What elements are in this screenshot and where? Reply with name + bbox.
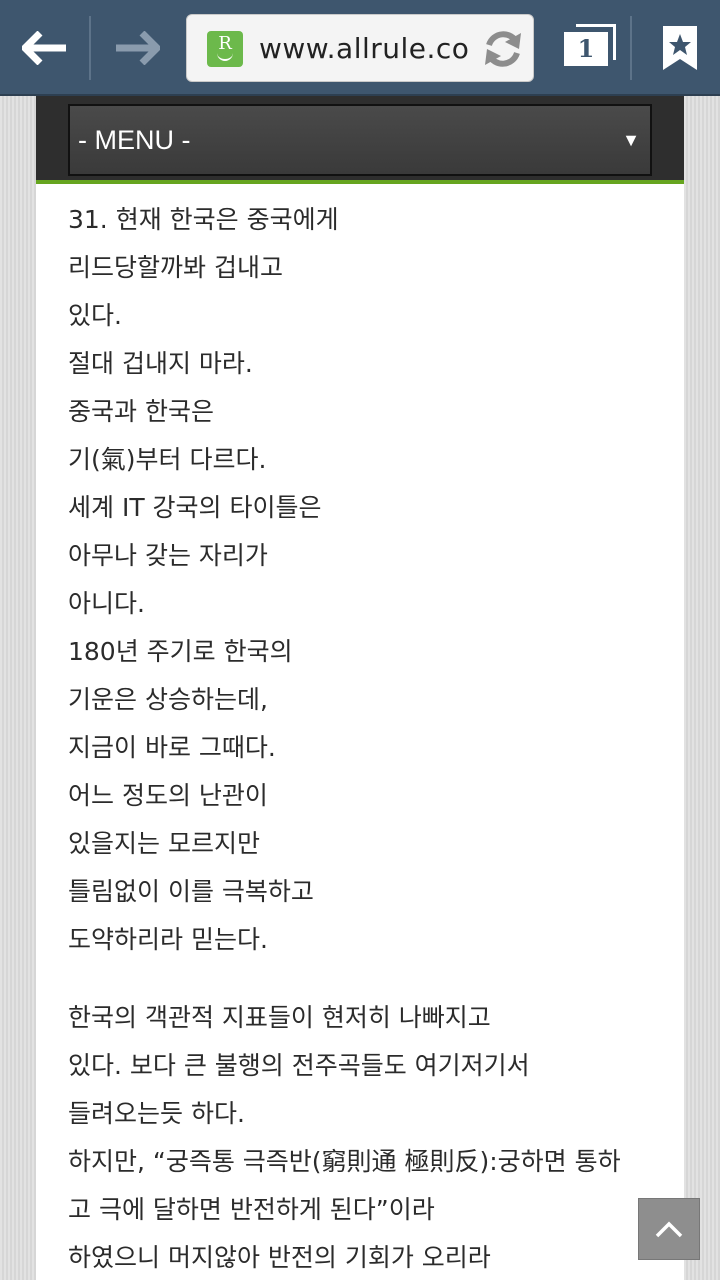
article-line: 하였으니 머지않아 반전의 기회가 오리라: [68, 1243, 491, 1272]
article-line: 중국과 한국은: [68, 397, 214, 426]
refresh-icon[interactable]: [481, 27, 525, 71]
article-line: 한국의 객관적 지표들이 현저히 나빠지고: [68, 1003, 491, 1032]
toolbar-divider: [630, 16, 632, 80]
menu-dropdown[interactable]: - MENU - ▼: [68, 104, 652, 176]
article-line: 지금이 바로 그때다.: [68, 733, 276, 762]
article-line: 도약하리라 믿는다.: [68, 925, 268, 954]
address-bar[interactable]: R www.allrule.co: [186, 14, 534, 82]
bookmark-button[interactable]: [640, 0, 720, 96]
article-line: 고 극에 달하면 반전하게 된다”이라: [68, 1195, 435, 1224]
article-line: 어느 정도의 난관이: [68, 781, 268, 810]
article-line: 세계 IT 강국의 타이틀은: [68, 493, 322, 522]
back-arrow-icon: [22, 31, 66, 65]
article-line: 있다.: [68, 301, 122, 330]
menu-label: - MENU -: [78, 125, 191, 155]
article-line: 리드당할까봐 겁내고: [68, 253, 283, 282]
article-line: 기운은 상승하는데,: [68, 685, 268, 714]
article-line: 절대 겁내지 마라.: [68, 349, 253, 378]
article-line: 아니다.: [68, 589, 145, 618]
article-line: 기(氣)부터 다르다.: [68, 445, 267, 474]
forward-button[interactable]: [92, 0, 182, 96]
article-line: 31. 현재 한국은 중국에게: [68, 205, 339, 234]
site-menu-bar: - MENU - ▼: [36, 96, 684, 184]
article-line: 틀림없이 이를 극복하고: [68, 877, 314, 906]
tabs-button[interactable]: 1: [556, 0, 626, 96]
site-favicon-icon: R: [207, 31, 243, 67]
favicon-letter: R: [218, 33, 232, 54]
article-line: 있을지는 모르지만: [68, 829, 260, 858]
article-line: 하지만, “궁즉통 극즉반(窮則通 極則反):궁하면 통하: [68, 1147, 621, 1176]
back-button[interactable]: [0, 0, 90, 96]
scroll-to-top-button[interactable]: [638, 1198, 700, 1260]
forward-arrow-icon: [116, 31, 160, 65]
article-line: 180년 주기로 한국의: [68, 637, 293, 666]
article-line: 아무나 갖는 자리가: [68, 541, 268, 570]
url-text[interactable]: www.allrule.co: [259, 15, 481, 81]
bookmark-star-icon: [663, 26, 697, 70]
tab-count: 1: [564, 32, 608, 66]
dropdown-arrow-icon: ▼: [622, 130, 640, 150]
article-line: 들려오는듯 하다.: [68, 1099, 245, 1128]
article-body: 31. 현재 한국은 중국에게 리드당할까봐 겁내고 있다. 절대 겁내지 마라…: [68, 196, 668, 1280]
chevron-up-icon: [655, 1221, 683, 1238]
toolbar-divider: [89, 16, 91, 80]
article-line: 있다. 보다 큰 불행의 전주곡들도 여기저기서: [68, 1051, 530, 1080]
web-page: - MENU - ▼ 31. 현재 한국은 중국에게 리드당할까봐 겁내고 있다…: [36, 96, 684, 1280]
browser-toolbar: R www.allrule.co 1: [0, 0, 720, 96]
